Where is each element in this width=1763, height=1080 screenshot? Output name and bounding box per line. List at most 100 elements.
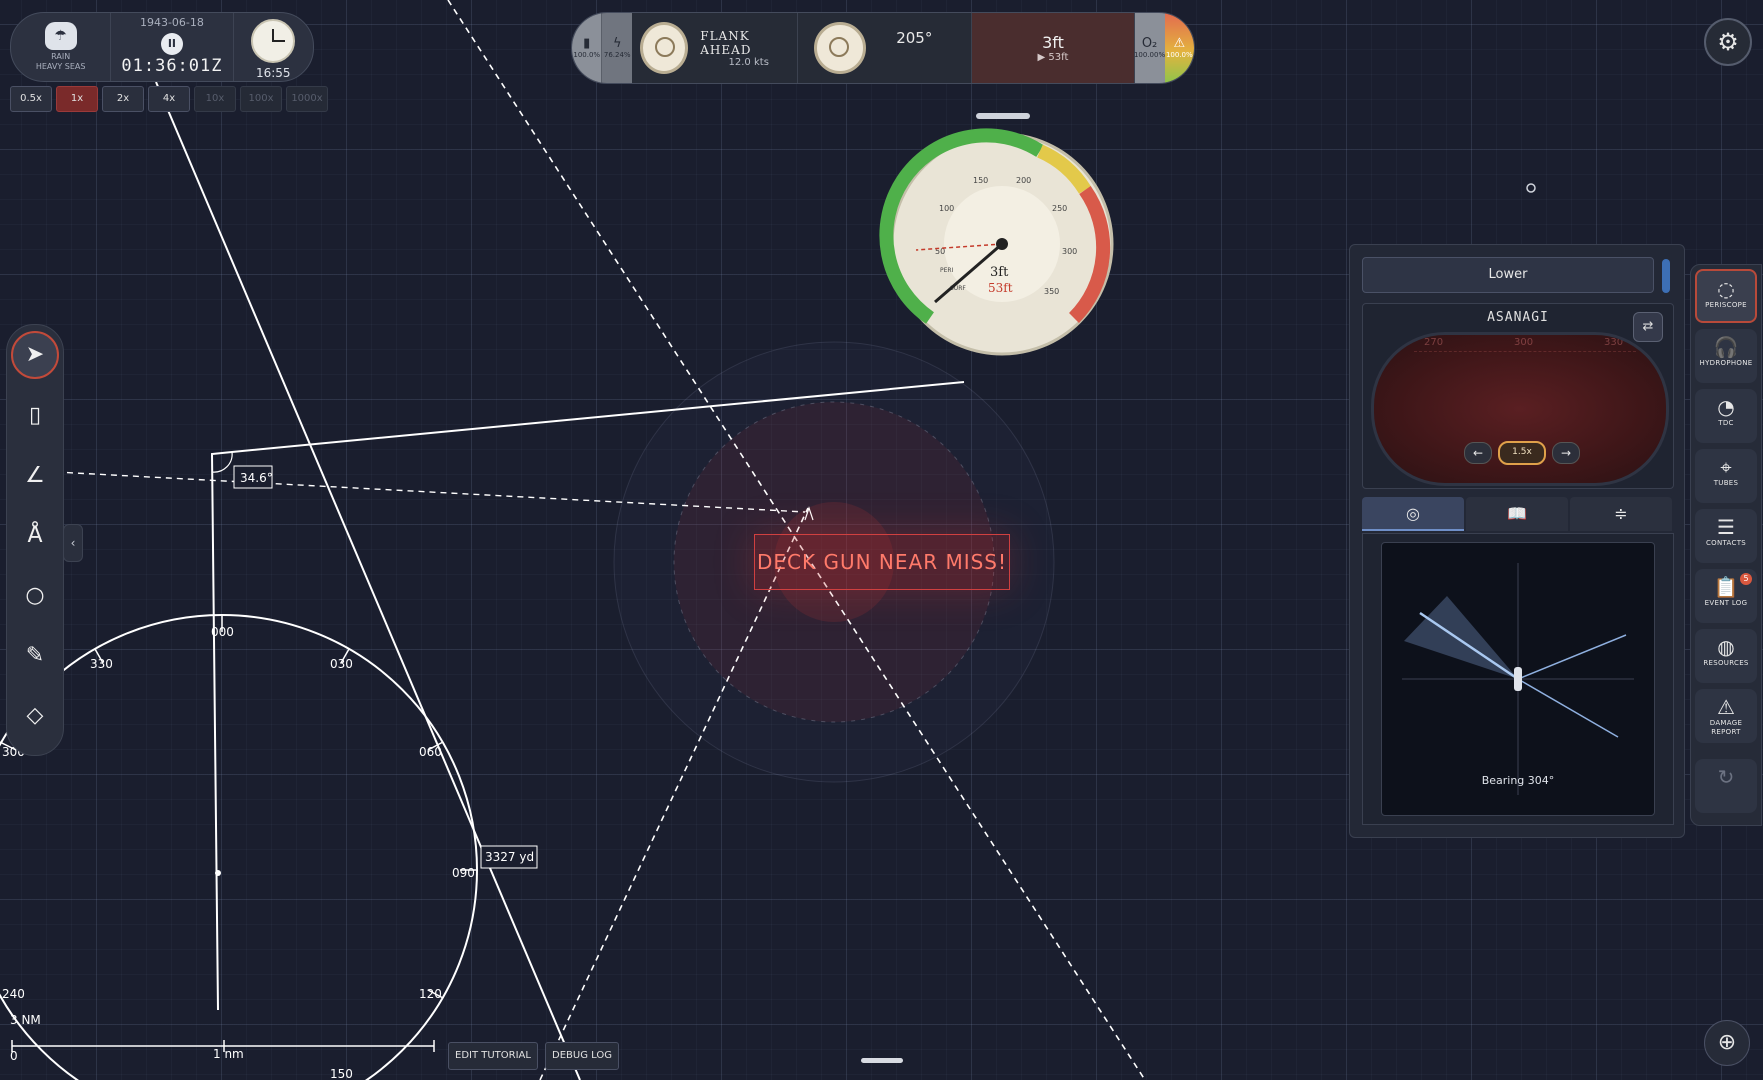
- station-event-log[interactable]: 📋 EVENT LOG 5: [1695, 569, 1757, 623]
- compass-label-240: 240: [2, 987, 25, 1001]
- station-resources[interactable]: ◍ RESOURCES: [1695, 629, 1757, 683]
- depth-tick-100: 100: [939, 204, 954, 213]
- map-waypoint[interactable]: [1526, 183, 1536, 193]
- rotate-right-arrow-icon[interactable]: →: [1552, 442, 1580, 464]
- depth-control[interactable]: 3ft ▶ 53ft: [972, 13, 1135, 83]
- tab-target-icon[interactable]: ◎: [1362, 497, 1464, 531]
- station-navigation[interactable]: ↻: [1695, 759, 1757, 813]
- tab-book-icon[interactable]: 📖: [1466, 497, 1568, 531]
- warning-icon: ⚠: [1717, 695, 1735, 719]
- weather-line1: RAIN: [51, 52, 71, 61]
- range-label: 3327 yd: [485, 850, 534, 864]
- telegraph-dial-icon: [639, 22, 689, 74]
- heading-control[interactable]: 205°: [798, 13, 973, 83]
- peri-label: PERI: [940, 267, 954, 274]
- battery-icon: ▮: [583, 36, 591, 51]
- panel-tabs: ◎ 📖 ≑: [1362, 497, 1672, 531]
- station-damage-report[interactable]: ⚠ DAMAGE REPORT: [1695, 689, 1757, 743]
- station-contacts[interactable]: ☰ CONTACTS: [1695, 509, 1757, 563]
- periscope-icon: ◌: [1717, 277, 1735, 301]
- heading-readout: 205°: [896, 29, 933, 47]
- pencil-icon[interactable]: ✎: [12, 633, 58, 679]
- ruler-icon[interactable]: ▯: [12, 393, 58, 439]
- target-name: ASANAGI: [1487, 310, 1549, 325]
- compass-label-330: 330: [90, 657, 113, 671]
- o2-icon: O₂: [1141, 36, 1158, 51]
- clock-panel: ☂ RAIN HEAVY SEAS 1943-06-18 II 01:36:01…: [10, 12, 314, 82]
- speed-2x-button[interactable]: 2x: [102, 86, 144, 112]
- solid-course-line[interactable]: [155, 81, 581, 1080]
- tab-level-icon[interactable]: ≑: [1570, 497, 1672, 531]
- game-date: 1943-06-18: [139, 16, 204, 29]
- headphones-icon: 🎧: [1713, 335, 1739, 359]
- crosshair-icon: ⌖: [1720, 455, 1732, 479]
- event-log-badge: 5: [1740, 573, 1752, 585]
- compass-rose-circle[interactable]: [0, 614, 478, 1080]
- lightning-icon: ϟ: [612, 36, 622, 51]
- analog-clock-icon: [251, 18, 296, 63]
- station-tdc[interactable]: ◔ TDC: [1695, 389, 1757, 443]
- periscope-panel: Lower ASANAGI 270 300 330 ← 1.5x → ⇄ ◎ 📖…: [1349, 244, 1685, 838]
- navigation-icon: ↻: [1717, 765, 1735, 789]
- edit-tutorial-button[interactable]: EDIT TUTORIAL: [448, 1042, 538, 1070]
- compass-label-000: 000: [211, 625, 234, 639]
- settings-gear-icon[interactable]: ⚙: [1704, 18, 1752, 66]
- circle-tool-icon[interactable]: ○: [12, 573, 58, 619]
- engine-telegraph[interactable]: FLANK AHEAD 12.0 kts: [632, 13, 799, 83]
- station-tubes[interactable]: ⌖ TUBES: [1695, 449, 1757, 503]
- scale-mark: 1 nm: [213, 1047, 244, 1061]
- gauge-drag-handle[interactable]: [976, 113, 1030, 119]
- speed-0.5x-button[interactable]: 0.5x: [10, 86, 52, 112]
- station-hydrophone[interactable]: 🎧 HYDROPHONE: [1695, 329, 1757, 383]
- protractor-icon[interactable]: ∠: [12, 453, 58, 499]
- submarine-icon: [1514, 667, 1522, 691]
- angle-label: 34.6°: [240, 471, 273, 485]
- station-bar: ◌ PERISCOPE 🎧 HYDROPHONE ◔ TDC ⌖ TUBES ☰…: [1690, 264, 1762, 826]
- scope-bearing-scale: 270 300 330: [1414, 337, 1636, 352]
- deck-gun-alert: DECK GUN NEAR MISS!: [754, 534, 1010, 590]
- periscope-view[interactable]: 270 300 330 ← 1.5x →: [1371, 332, 1669, 486]
- power-level: ϟ 76.24%: [601, 13, 632, 83]
- list-icon: ☰: [1717, 515, 1735, 539]
- panel-scrollbar[interactable]: [1662, 259, 1670, 293]
- bearing-display[interactable]: Bearing 304°: [1381, 542, 1655, 816]
- lower-periscope-button[interactable]: Lower: [1362, 257, 1654, 293]
- compass-label-090: 090: [452, 866, 475, 880]
- station-periscope[interactable]: ◌ PERISCOPE: [1695, 269, 1757, 323]
- speed-1x-button[interactable]: 1x: [56, 86, 98, 112]
- depth-tick-300: 300: [1062, 247, 1077, 256]
- depth-tick-350: 350: [1044, 287, 1059, 296]
- speed-1000x-button: 1000x: [286, 86, 328, 112]
- time-compression: 0.5x 1x 2x 4x 10x 100x 1000x: [10, 86, 328, 112]
- tdc-gauge-icon: ◔: [1717, 395, 1735, 419]
- toolbar-collapse-chevron-icon[interactable]: ‹: [63, 524, 83, 562]
- debug-log-button[interactable]: DEBUG LOG: [545, 1042, 619, 1070]
- rotate-left-arrow-icon[interactable]: ←: [1464, 442, 1492, 464]
- telegraph-order: FLANK AHEAD: [700, 28, 752, 57]
- compass-label-150: 150: [330, 1067, 353, 1080]
- plot-point[interactable]: [215, 870, 221, 876]
- speed-readout: 12.0 kts: [728, 56, 769, 68]
- select-arrow-icon[interactable]: ➤: [11, 331, 59, 379]
- zoom-button[interactable]: 1.5x: [1498, 441, 1546, 465]
- compass-label-120: 120: [419, 987, 442, 1001]
- recenter-crosshair-icon[interactable]: ⊕: [1704, 1020, 1750, 1066]
- weather-line2: HEAVY SEAS: [35, 62, 86, 71]
- tab-content: Bearing 304°: [1362, 533, 1674, 825]
- contact-line-2: [1517, 678, 1619, 738]
- home-indicator[interactable]: [861, 1058, 903, 1063]
- status-bar: ▮ 100.0% ϟ 76.24% FLANK AHEAD 12.0 kts 205…: [571, 12, 1195, 84]
- expand-view-icon[interactable]: ⇄: [1633, 312, 1663, 342]
- target-depth: ▶ 53ft: [1037, 52, 1069, 63]
- speed-4x-button[interactable]: 4x: [148, 86, 190, 112]
- compass-tool-icon[interactable]: Å: [12, 513, 58, 559]
- eraser-icon[interactable]: ◇: [12, 693, 58, 739]
- drawing-toolbar: ➤ ▯ ∠ Å ○ ✎ ◇: [6, 324, 64, 756]
- resources-icon: ◍: [1717, 635, 1735, 659]
- speed-10x-button: 10x: [194, 86, 236, 112]
- periscope-view-box: ASANAGI 270 300 330 ← 1.5x → ⇄: [1362, 303, 1674, 489]
- contact-line-1: [1517, 634, 1627, 680]
- depth-gauge[interactable]: 50 100 150 200 250 300 350 PERI SURF 3ft…: [879, 128, 1114, 356]
- pause-button[interactable]: II: [160, 33, 183, 55]
- local-time: 16:55: [255, 65, 291, 80]
